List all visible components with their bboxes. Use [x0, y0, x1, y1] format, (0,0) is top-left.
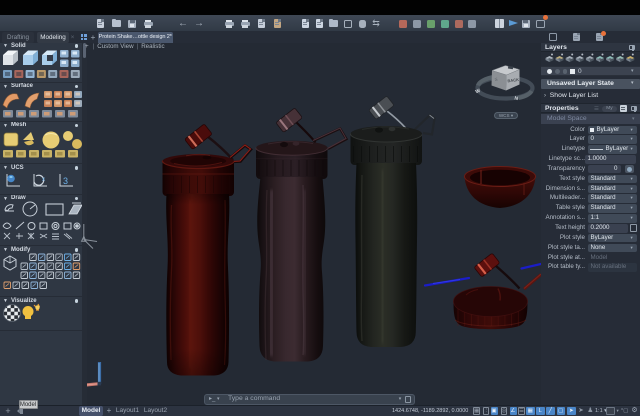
svg-text:x: x [42, 177, 45, 183]
svg-text:3: 3 [63, 176, 68, 186]
